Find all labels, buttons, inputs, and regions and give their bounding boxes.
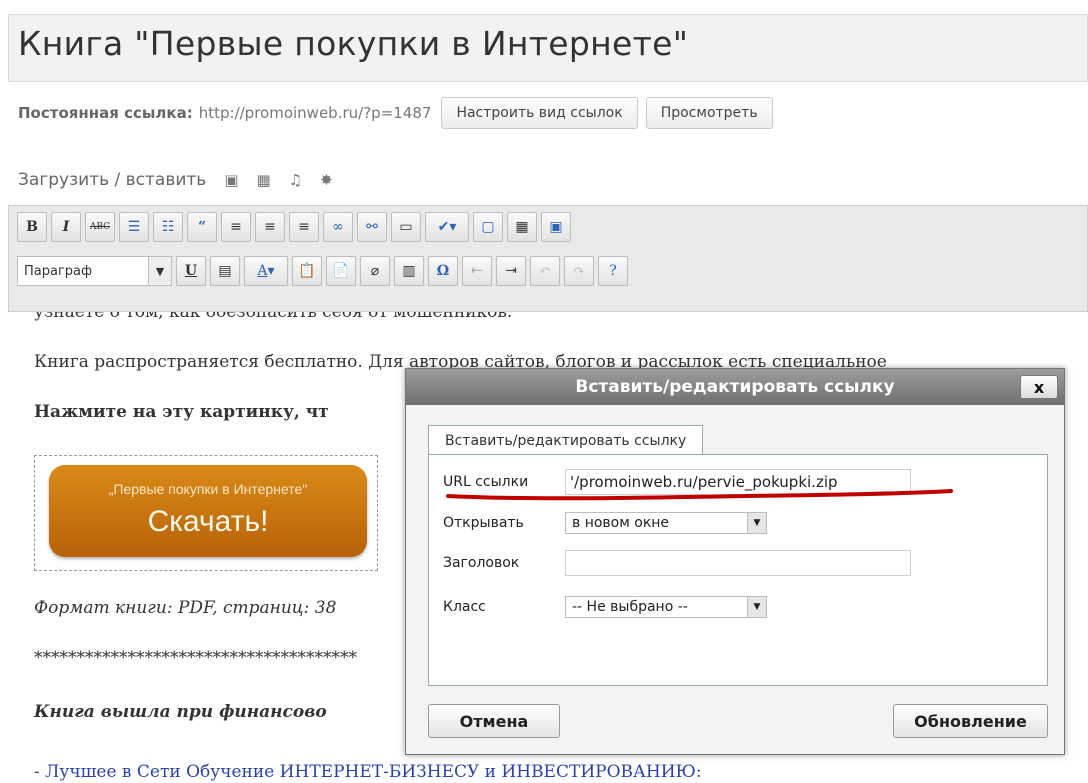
bottom-link[interactable]: - Лучшее в Сети Обучение ИНТЕРНЕТ-БИЗНЕС… bbox=[34, 762, 702, 782]
special-char-icon[interactable]: Ω bbox=[428, 256, 458, 286]
format-select-value: Параграф bbox=[24, 263, 93, 279]
update-button[interactable]: Обновление bbox=[893, 704, 1048, 738]
customize-permalink-button[interactable]: Настроить вид ссылок bbox=[441, 97, 638, 129]
format-select[interactable]: Параграф ▼ bbox=[17, 256, 172, 286]
title-label: Заголовок bbox=[443, 555, 520, 571]
media-upload-label: Загрузить / вставить bbox=[18, 170, 207, 190]
underline-icon[interactable]: U bbox=[176, 256, 206, 286]
bold-italic-line: Книга вышла при финансово bbox=[34, 702, 327, 722]
format-line: Формат книги: PDF, страниц: 38 bbox=[34, 598, 337, 618]
content-line-top: узнаете о том, как обезопасить себя от м… bbox=[34, 312, 513, 322]
help-icon[interactable]: ? bbox=[598, 256, 628, 286]
insert-media-icon[interactable]: ▥ bbox=[394, 256, 424, 286]
html-mode-icon[interactable]: ▣ bbox=[541, 212, 571, 242]
toolbar-row-2: Параграф ▼ U ▤ A ▾ 📋 📄 ⌀ ▥ Ω ⇤ ⇥ ↶ ↷ ? bbox=[17, 256, 632, 286]
fullscreen-icon[interactable]: ▢ bbox=[473, 212, 503, 242]
toolbar-row-1: B I ABC ☰ ☷ “ ≡ ≡ ≡ ∞ ⚯ ▭ ✔▾ ▢ ▦ ▣ bbox=[17, 212, 575, 242]
justify-icon[interactable]: ▤ bbox=[210, 256, 240, 286]
cancel-button[interactable]: Отмена bbox=[428, 704, 560, 738]
unlink-icon[interactable]: ⚯ bbox=[357, 212, 387, 242]
target-select[interactable]: в новом окне ▼ bbox=[565, 512, 767, 534]
dialog-header[interactable]: Вставить/редактировать ссылку x bbox=[406, 369, 1064, 405]
class-select[interactable]: -- Не выбрано -- ▼ bbox=[565, 596, 767, 618]
download-image-frame[interactable]: „Первые покупки в Интернете" Скачать! bbox=[34, 455, 378, 571]
media-upload-row: Загрузить / вставить ▣ ▦ ♫ ✸ bbox=[18, 170, 333, 190]
target-row: Открывать в новом окне ▼ bbox=[443, 512, 767, 534]
align-center-icon[interactable]: ≡ bbox=[255, 212, 285, 242]
strikethrough-icon[interactable]: ABC bbox=[85, 212, 115, 242]
add-video-icon[interactable]: ▦ bbox=[257, 171, 271, 189]
permalink-row: Постоянная ссылка: http://promoinweb.ru/… bbox=[18, 97, 773, 129]
red-underline-annotation bbox=[446, 489, 953, 501]
redo-icon[interactable]: ↷ bbox=[564, 256, 594, 286]
target-select-value: в новом окне bbox=[572, 515, 670, 531]
remove-format-icon[interactable]: ⌀ bbox=[360, 256, 390, 286]
top-strip bbox=[0, 0, 1088, 14]
align-left-icon[interactable]: ≡ bbox=[221, 212, 251, 242]
editor-toolbar: B I ABC ☰ ☷ “ ≡ ≡ ≡ ∞ ⚯ ▭ ✔▾ ▢ ▦ ▣ Параг… bbox=[8, 205, 1088, 312]
stars-separator: ************************************** bbox=[34, 648, 357, 668]
text-color-icon[interactable]: A ▾ bbox=[244, 256, 288, 286]
numbered-list-icon[interactable]: ☷ bbox=[153, 212, 183, 242]
indent-icon[interactable]: ⇥ bbox=[496, 256, 526, 286]
undo-icon[interactable]: ↶ bbox=[530, 256, 560, 286]
paste-text-icon[interactable]: 📋 bbox=[292, 256, 322, 286]
class-select-value: -- Не выбрано -- bbox=[572, 599, 688, 615]
spellcheck-icon[interactable]: ✔▾ bbox=[425, 212, 469, 242]
italic-icon[interactable]: I bbox=[51, 212, 81, 242]
chevron-down-icon: ▼ bbox=[747, 597, 766, 617]
chevron-down-icon: ▼ bbox=[747, 513, 766, 533]
title-row: Заголовок bbox=[443, 550, 911, 576]
tab-insert-link[interactable]: Вставить/редактировать ссылку bbox=[428, 425, 704, 455]
align-right-icon[interactable]: ≡ bbox=[289, 212, 319, 242]
kitchen-sink-icon[interactable]: ▦ bbox=[507, 212, 537, 242]
add-audio-icon[interactable]: ♫ bbox=[289, 171, 302, 189]
outdent-icon[interactable]: ⇤ bbox=[462, 256, 492, 286]
close-icon: x bbox=[1033, 377, 1045, 397]
class-label: Класс bbox=[443, 599, 486, 615]
post-title[interactable]: Книга "Первые покупки в Интернете" bbox=[18, 24, 688, 63]
download-button-image[interactable]: „Первые покупки в Интернете" Скачать! bbox=[49, 465, 367, 557]
view-post-button[interactable]: Просмотреть bbox=[645, 97, 773, 129]
title-input[interactable] bbox=[565, 550, 911, 576]
class-row: Класс -- Не выбрано -- ▼ bbox=[443, 596, 767, 618]
content-line-2: Нажмите на эту картинку, чт bbox=[34, 402, 329, 422]
add-image-icon[interactable]: ▣ bbox=[224, 171, 238, 189]
permalink-label: Постоянная ссылка: bbox=[18, 104, 193, 122]
insert-more-icon[interactable]: ▭ bbox=[391, 212, 421, 242]
insert-link-icon[interactable]: ∞ bbox=[323, 212, 353, 242]
download-button-label: Скачать! bbox=[147, 505, 269, 538]
bullet-list-icon[interactable]: ☰ bbox=[119, 212, 149, 242]
dialog-title: Вставить/редактировать ссылку bbox=[575, 377, 895, 397]
permalink-url[interactable]: http://promoinweb.ru/?p=1487 bbox=[199, 104, 432, 122]
download-button-subtitle: „Первые покупки в Интернете" bbox=[108, 481, 308, 497]
target-label: Открывать bbox=[443, 515, 524, 531]
blockquote-icon[interactable]: “ bbox=[187, 212, 217, 242]
paste-word-icon[interactable]: 📄 bbox=[326, 256, 356, 286]
chevron-down-icon: ▼ bbox=[148, 257, 171, 285]
close-button[interactable]: x bbox=[1020, 375, 1058, 399]
add-media-icon[interactable]: ✸ bbox=[320, 171, 333, 189]
bold-icon[interactable]: B bbox=[17, 212, 47, 242]
link-dialog: Вставить/редактировать ссылку x Вставить… bbox=[405, 368, 1065, 755]
